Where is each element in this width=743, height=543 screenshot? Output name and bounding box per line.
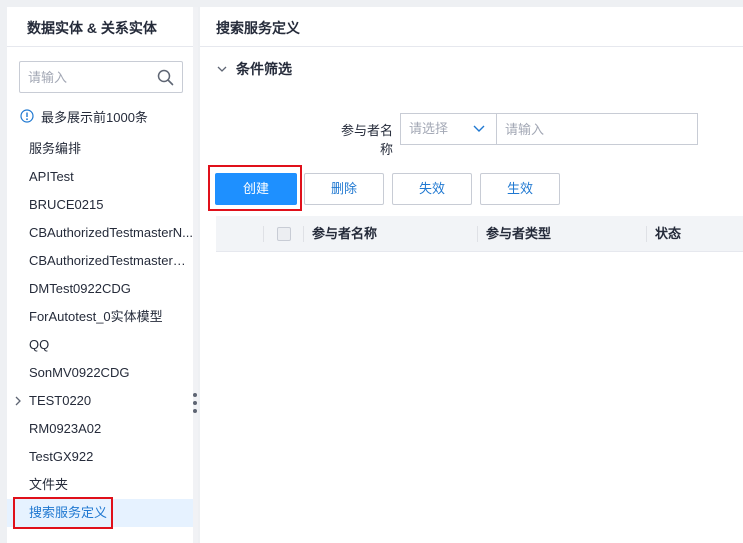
column-divider — [303, 226, 304, 242]
tree-item-apitest[interactable]: APITest — [7, 163, 194, 191]
tree-item-label: RM0923A02 — [29, 421, 102, 436]
filter-section-toggle[interactable]: 条件筛选 — [216, 59, 292, 79]
sidebar-search-box[interactable] — [19, 61, 183, 93]
participant-name-input-box[interactable] — [496, 113, 698, 145]
limit-notice: 最多展示前1000条 — [20, 107, 148, 125]
tree-item-folder[interactable]: 文件夹 — [7, 471, 194, 499]
table-header: 参与者名称 参与者类型 状态 — [216, 216, 743, 252]
create-button[interactable]: 创建 — [215, 173, 297, 205]
sidebar-scrollbar[interactable] — [193, 7, 198, 543]
tree-item-label: BRUCE0215 — [29, 197, 104, 212]
tree-item-bruce0215[interactable]: BRUCE0215 — [7, 191, 194, 219]
entity-tree: 服务编排 APITest BRUCE0215 CBAuthorizedTestm… — [7, 135, 194, 527]
chevron-down-icon — [217, 66, 227, 72]
panel-resize-handle[interactable] — [193, 393, 199, 417]
sidebar-title: 数据实体 & 关系实体 — [7, 7, 198, 47]
main-panel: 搜索服务定义 条件筛选 参与者名称 请选择 创建 删除 失效 生效 参与者名称 … — [200, 7, 743, 543]
tree-item-dmtest0922cdg[interactable]: DMTest0922CDG — [7, 275, 194, 303]
tree-item-service-orchestration[interactable]: 服务编排 — [7, 135, 194, 163]
tree-item-label: CBAuthorizedTestmasterN... — [29, 225, 194, 240]
page-title: 搜索服务定义 — [200, 7, 743, 47]
enable-button[interactable]: 生效 — [480, 173, 560, 205]
chevron-down-icon — [473, 125, 485, 132]
delete-button[interactable]: 删除 — [304, 173, 384, 205]
tree-item-label: SonMV0922CDG — [29, 365, 130, 380]
tree-item-rm0923a02[interactable]: RM0923A02 — [7, 415, 194, 443]
column-header-participant-type[interactable]: 参与者类型 — [486, 216, 551, 252]
tree-item-label: 搜索服务定义 — [29, 505, 108, 520]
column-divider — [646, 226, 647, 242]
participant-name-label: 参与者名称 — [340, 123, 393, 157]
entity-sidebar: 数据实体 & 关系实体 最多展示前1000条 服务编排 APITest BRUC… — [7, 7, 198, 543]
tree-item-test0220[interactable]: TEST0220 — [7, 387, 194, 415]
column-divider — [477, 226, 478, 242]
filter-section-label: 条件筛选 — [236, 61, 292, 77]
info-icon — [20, 109, 34, 123]
search-icon[interactable] — [157, 69, 174, 86]
sidebar-search-input[interactable] — [20, 62, 152, 92]
tree-item-label: TEST0220 — [29, 393, 92, 408]
tree-item-label: TestGX922 — [29, 449, 94, 464]
column-header-status[interactable]: 状态 — [655, 216, 681, 252]
tree-item-label: ForAutotest_0实体模型 — [29, 309, 163, 324]
tree-item-forautotest[interactable]: ForAutotest_0实体模型 — [7, 303, 194, 331]
select-all-checkbox[interactable] — [277, 227, 291, 241]
tree-item-sonmv0922cdg[interactable]: SonMV0922CDG — [7, 359, 194, 387]
chevron-right-icon[interactable] — [14, 396, 22, 406]
tree-item-label: APITest — [29, 169, 74, 184]
tree-item-label: DMTest0922CDG — [29, 281, 131, 296]
participant-name-input[interactable] — [497, 114, 697, 144]
tree-item-testgx922[interactable]: TestGX922 — [7, 443, 194, 471]
limit-notice-text: 最多展示前1000条 — [41, 109, 148, 125]
column-divider — [263, 226, 264, 242]
tree-item-label: 文件夹 — [29, 477, 69, 492]
tree-item-qq[interactable]: QQ — [7, 331, 194, 359]
select-placeholder: 请选择 — [409, 121, 449, 136]
participant-name-operator-select[interactable]: 请选择 — [400, 113, 497, 145]
tree-item-cbauthorized-wi[interactable]: CBAuthorizedTestmasterWi... — [7, 247, 194, 275]
tree-item-search-service-definition[interactable]: 搜索服务定义 — [7, 499, 194, 527]
tree-item-cbauthorized-n[interactable]: CBAuthorizedTestmasterN... — [7, 219, 194, 247]
tree-item-label: QQ — [29, 337, 50, 352]
tree-item-label: CBAuthorizedTestmasterWi... — [29, 253, 194, 268]
disable-button[interactable]: 失效 — [392, 173, 472, 205]
column-header-participant-name[interactable]: 参与者名称 — [312, 216, 377, 252]
tree-item-label: 服务编排 — [29, 141, 82, 156]
